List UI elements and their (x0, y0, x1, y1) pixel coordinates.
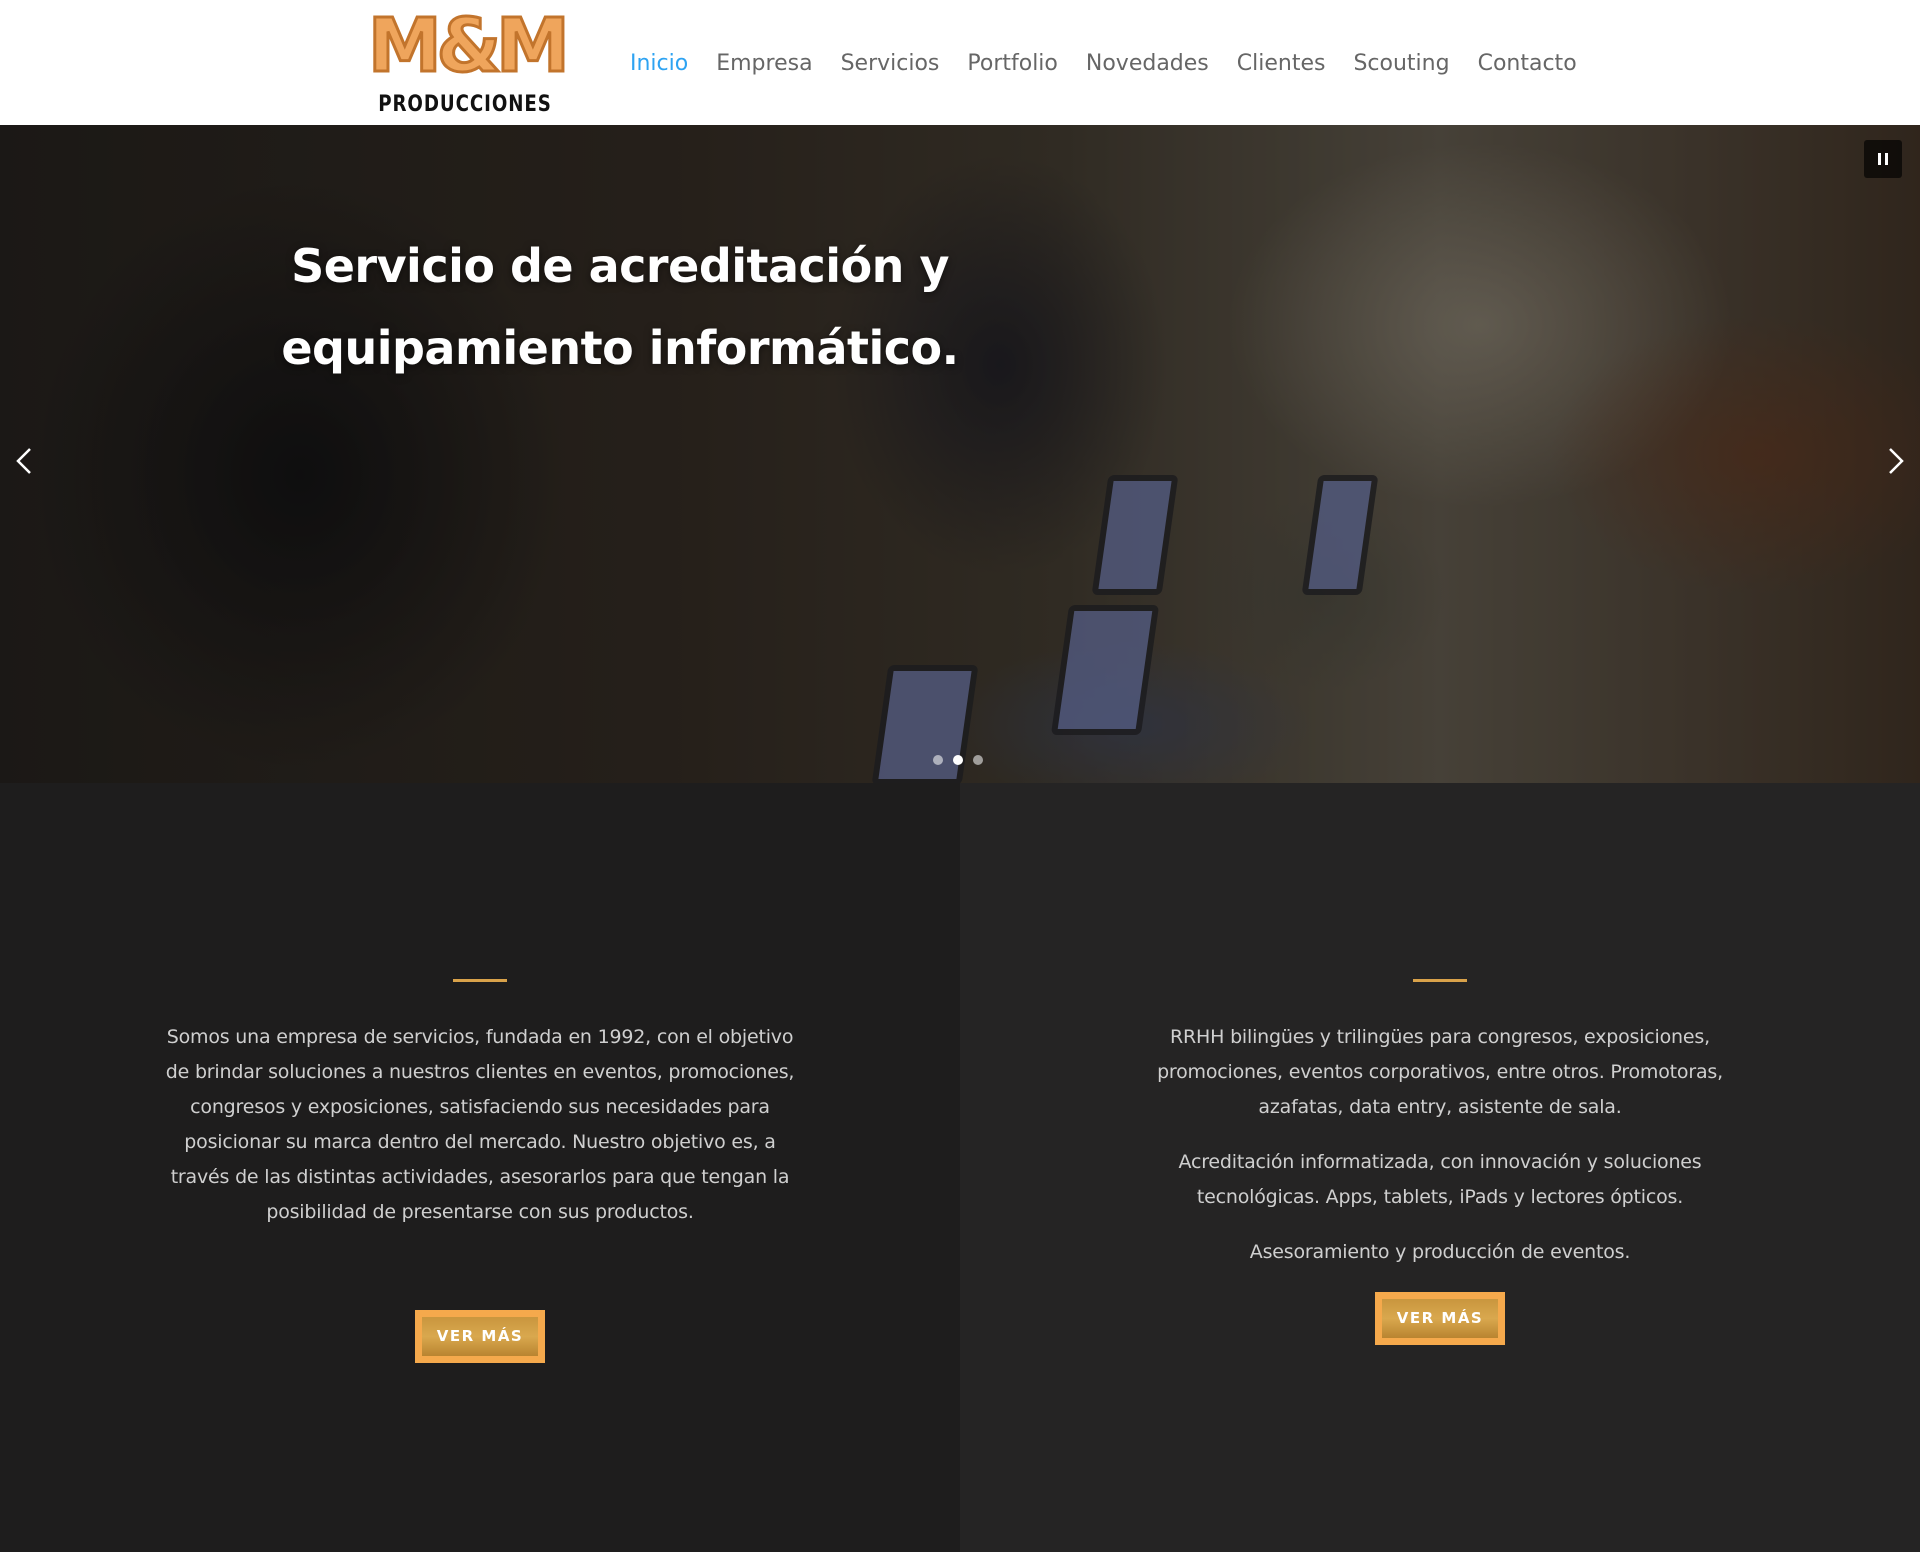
gold-divider (1413, 979, 1467, 982)
slider-dot-2[interactable] (953, 755, 963, 765)
services-text-block: RRHH bilingües y trilingües para congres… (1130, 1020, 1750, 1290)
main-nav: Inicio Empresa Servicios Portfolio Noved… (630, 44, 1605, 84)
chevron-left-icon (16, 448, 31, 474)
pause-icon (1878, 153, 1881, 165)
chevron-right-icon (1889, 448, 1904, 474)
ver-mas-button-left[interactable]: VER MÁS (415, 1310, 545, 1363)
slider-prev-button[interactable] (6, 443, 42, 479)
site-header: M&M PRODUCCIONES Inicio Empresa Servicio… (0, 0, 1920, 125)
slider-dot-3[interactable] (973, 755, 983, 765)
hero-overlay (0, 125, 1920, 783)
ver-mas-label: VER MÁS (1382, 1299, 1498, 1338)
services-paragraph-2: Acreditación informatizada, con innovaci… (1178, 1151, 1702, 1208)
nav-item-contacto[interactable]: Contacto (1478, 44, 1577, 84)
about-text-block: Somos una empresa de servicios, fundada … (160, 1020, 800, 1250)
nav-item-portfolio[interactable]: Portfolio (967, 44, 1058, 84)
nav-item-servicios[interactable]: Servicios (841, 44, 940, 84)
nav-item-novedades[interactable]: Novedades (1086, 44, 1209, 84)
pause-icon (1885, 153, 1888, 165)
about-column: Somos una empresa de servicios, fundada … (0, 783, 960, 1552)
hero-slider: Servicio de acreditación y equipamiento … (0, 125, 1920, 783)
logo-brand: M&M (367, 3, 572, 89)
logo[interactable]: M&M PRODUCCIONES (367, 3, 572, 118)
slider-dot-1[interactable] (933, 755, 943, 765)
slider-pause-button[interactable] (1864, 140, 1902, 178)
gold-divider (453, 979, 507, 982)
services-column: RRHH bilingües y trilingües para congres… (960, 783, 1920, 1552)
services-paragraph-1: RRHH bilingües y trilingües para congres… (1157, 1026, 1723, 1118)
hero-title-line1: Servicio de acreditación y (291, 239, 949, 293)
nav-item-inicio[interactable]: Inicio (630, 44, 688, 84)
about-text: Somos una empresa de servicios, fundada … (165, 1026, 795, 1223)
ver-mas-button-right[interactable]: VER MÁS (1375, 1292, 1505, 1345)
ver-mas-label: VER MÁS (422, 1317, 538, 1356)
hero-title-line2: equipamiento informático. (281, 321, 959, 375)
services-paragraph-3: Asesoramiento y producción de eventos. (1249, 1241, 1631, 1263)
slider-next-button[interactable] (1878, 443, 1914, 479)
nav-item-clientes[interactable]: Clientes (1237, 44, 1326, 84)
nav-item-empresa[interactable]: Empresa (716, 44, 812, 84)
hero-title: Servicio de acreditación y equipamiento … (270, 225, 970, 389)
nav-item-scouting[interactable]: Scouting (1353, 44, 1449, 84)
logo-subtitle: PRODUCCIONES (378, 92, 552, 117)
slider-dots (933, 755, 993, 765)
